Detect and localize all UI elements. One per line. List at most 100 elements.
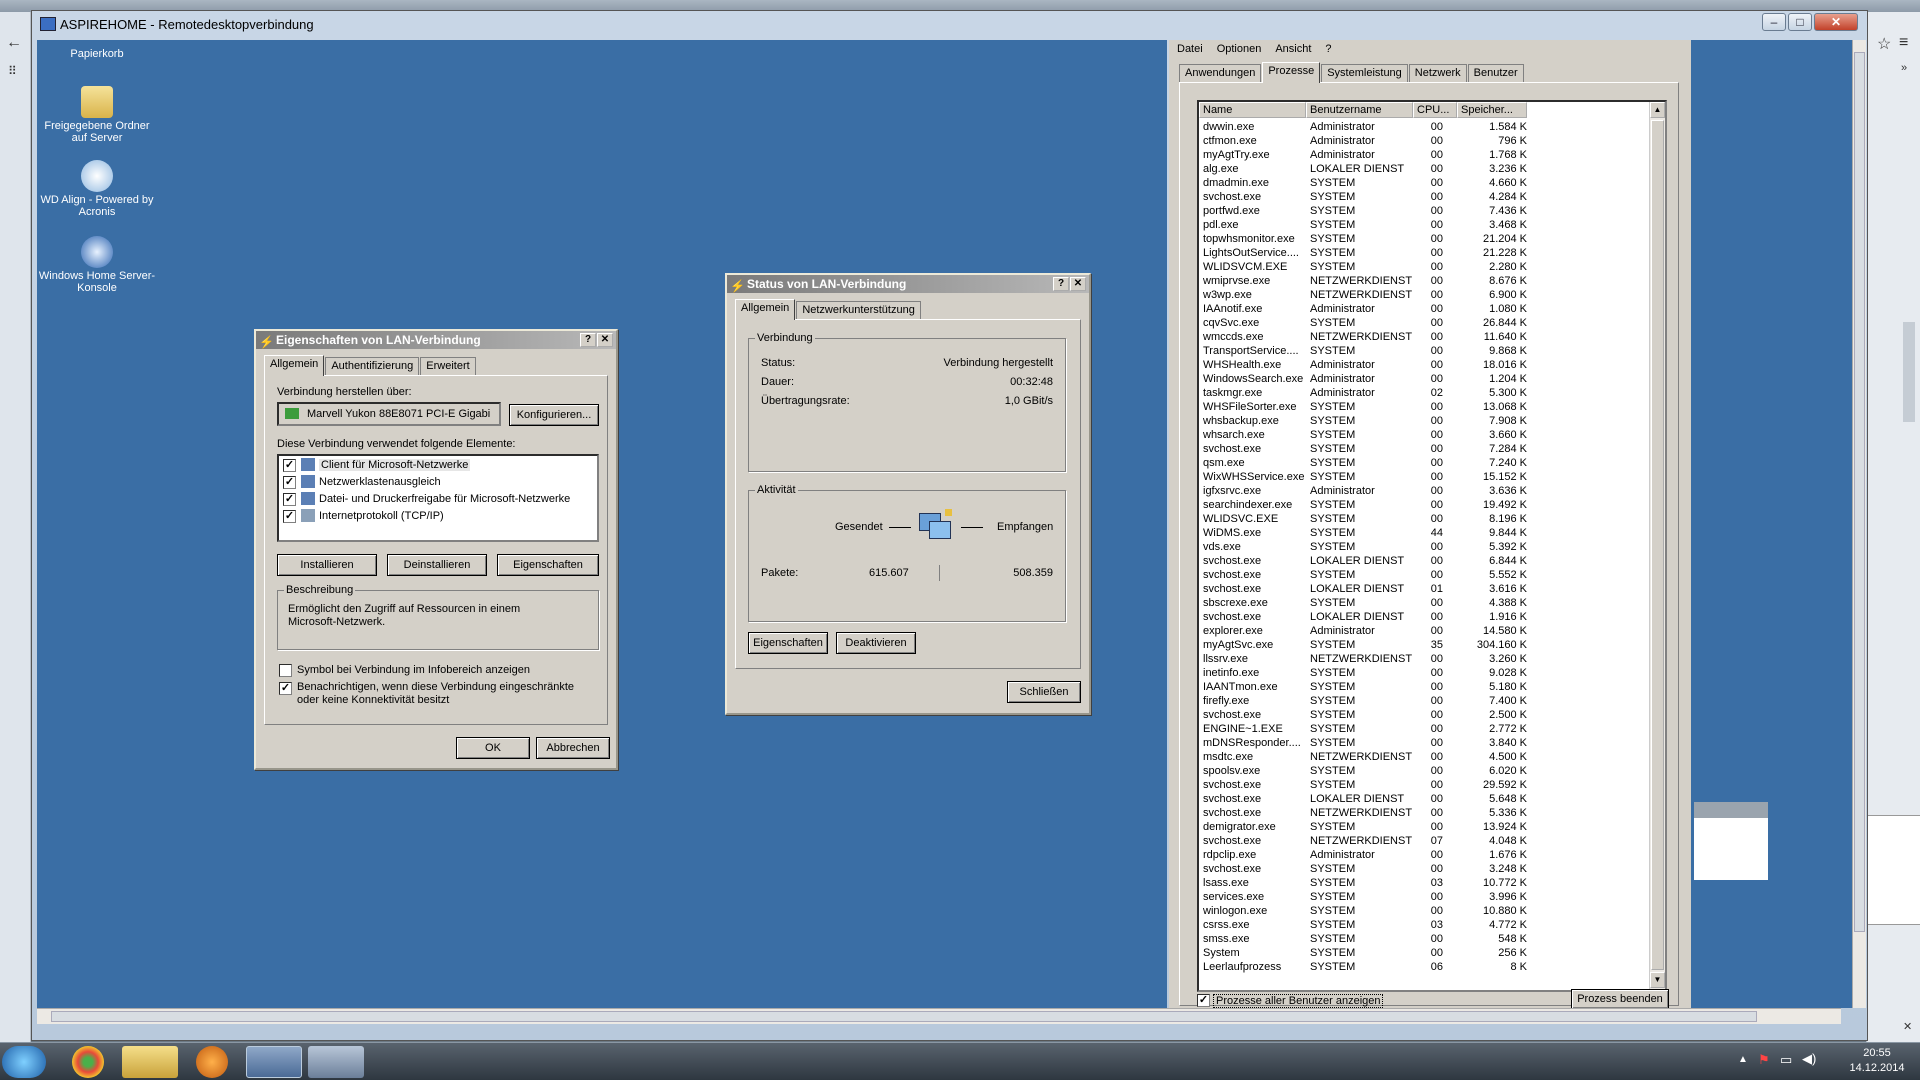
table-row[interactable]: igfxsrvc.exe Administrator 00 3.636 K	[1199, 484, 1653, 498]
table-row[interactable]: csrss.exe SYSTEM 03 4.772 K	[1199, 918, 1653, 932]
tab-applications[interactable]: Anwendungen	[1179, 64, 1262, 82]
table-row[interactable]: ENGINE~1.EXE SYSTEM 00 2.772 K	[1199, 722, 1653, 736]
table-row[interactable]: wmccds.exe NETZWERKDIENST 00 11.640 K	[1199, 330, 1653, 344]
table-row[interactable]: lsass.exe SYSTEM 03 10.772 K	[1199, 876, 1653, 890]
tab-general[interactable]: Allgemein	[264, 355, 325, 376]
table-row[interactable]: msdtc.exe NETZWERKDIENST 00 4.500 K	[1199, 750, 1653, 764]
table-row[interactable]: w3wp.exe NETZWERKDIENST 00 6.900 K	[1199, 288, 1653, 302]
table-row[interactable]: System SYSTEM 00 256 K	[1199, 946, 1653, 960]
element-checkbox[interactable]: ✓	[283, 459, 296, 472]
process-list-scrollbar[interactable]: ▲ ▼	[1649, 102, 1665, 990]
table-row[interactable]: smss.exe SYSTEM 00 548 K	[1199, 932, 1653, 946]
tab-support[interactable]: Netzwerkunterstützung	[796, 301, 921, 319]
table-row[interactable]: topwhsmonitor.exe SYSTEM 00 21.204 K	[1199, 232, 1653, 246]
clock[interactable]: 20:55 14.12.2014	[1842, 1046, 1912, 1076]
chrome-icon[interactable]	[72, 1046, 104, 1078]
close-button[interactable]: ✕	[1814, 13, 1858, 31]
properties-button[interactable]: Eigenschaften	[748, 632, 828, 654]
desktop-icon-whs-console[interactable]: Windows Home Server-Konsole	[37, 236, 157, 294]
element-checkbox[interactable]: ✓	[283, 493, 296, 506]
install-button[interactable]: Installieren	[277, 554, 377, 576]
table-row[interactable]: cqvSvc.exe SYSTEM 00 26.844 K	[1199, 316, 1653, 330]
table-row[interactable]: svchost.exe LOKALER DIENST 01 3.616 K	[1199, 582, 1653, 596]
minimize-button[interactable]: –	[1762, 13, 1786, 31]
table-row[interactable]: inetinfo.exe SYSTEM 00 9.028 K	[1199, 666, 1653, 680]
table-row[interactable]: searchindexer.exe SYSTEM 00 19.492 K	[1199, 498, 1653, 512]
table-row[interactable]: services.exe SYSTEM 00 3.996 K	[1199, 890, 1653, 904]
table-row[interactable]: myAgtSvc.exe SYSTEM 35 304.160 K	[1199, 638, 1653, 652]
table-row[interactable]: firefly.exe SYSTEM 00 7.400 K	[1199, 694, 1653, 708]
close-button[interactable]: ✕	[597, 333, 613, 347]
scroll-down-arrow-icon[interactable]: ▼	[1650, 972, 1665, 988]
table-row[interactable]: whsbackup.exe SYSTEM 00 7.908 K	[1199, 414, 1653, 428]
desktop-icon-shared-folders[interactable]: Freigegebene Ordner auf Server	[37, 86, 157, 144]
table-row[interactable]: spoolsv.exe SYSTEM 00 6.020 K	[1199, 764, 1653, 778]
rdp-vertical-scrollbar[interactable]	[1852, 40, 1866, 1008]
table-row[interactable]: WLIDSVC.EXE SYSTEM 00 8.196 K	[1199, 512, 1653, 526]
table-row[interactable]: WLIDSVCM.EXE SYSTEM 00 2.280 K	[1199, 260, 1653, 274]
table-row[interactable]: taskmgr.exe Administrator 02 5.300 K	[1199, 386, 1653, 400]
hscroll-thumb[interactable]	[51, 1011, 1757, 1022]
show-all-users-checkbox[interactable]: ✓	[1197, 994, 1210, 1007]
table-row[interactable]: llssrv.exe NETZWERKDIENST 00 3.260 K	[1199, 652, 1653, 666]
tab-users[interactable]: Benutzer	[1467, 64, 1524, 82]
table-row[interactable]: svchost.exe LOKALER DIENST 00 6.844 K	[1199, 554, 1653, 568]
table-row[interactable]: explorer.exe Administrator 00 14.580 K	[1199, 624, 1653, 638]
maximize-button[interactable]: □	[1788, 13, 1812, 31]
chevron-right-icon[interactable]: »	[1901, 62, 1907, 74]
table-row[interactable]: LightsOutService.... SYSTEM 00 21.228 K	[1199, 246, 1653, 260]
menu-file[interactable]: Datei	[1169, 40, 1209, 58]
explorer-icon[interactable]	[122, 1046, 178, 1078]
paint-icon[interactable]	[308, 1046, 364, 1078]
table-row[interactable]: svchost.exe SYSTEM 00 5.552 K	[1199, 568, 1653, 582]
menu-icon[interactable]: ≡	[1899, 34, 1908, 52]
table-row[interactable]: portfwd.exe SYSTEM 00 7.436 K	[1199, 204, 1653, 218]
table-row[interactable]: dmadmin.exe SYSTEM 00 4.660 K	[1199, 176, 1653, 190]
col-name[interactable]: Name	[1199, 102, 1306, 118]
table-row[interactable]: dwwin.exe Administrator 00 1.584 K	[1199, 120, 1653, 134]
table-row[interactable]: WHSFileSorter.exe SYSTEM 00 13.068 K	[1199, 400, 1653, 414]
scroll-up-arrow-icon[interactable]: ▲	[1650, 102, 1665, 118]
table-row[interactable]: TransportService.... SYSTEM 00 9.868 K	[1199, 344, 1653, 358]
scrollbar-thumb[interactable]	[1651, 120, 1664, 970]
table-row[interactable]: svchost.exe SYSTEM 00 7.284 K	[1199, 442, 1653, 456]
desktop-icon-recycle-bin[interactable]: Papierkorb	[37, 48, 157, 60]
help-button[interactable]: ?	[1053, 277, 1069, 291]
table-row[interactable]: WHSHealth.exe Administrator 00 18.016 K	[1199, 358, 1653, 372]
menu-view[interactable]: Ansicht	[1267, 40, 1317, 58]
tab-network[interactable]: Netzwerk	[1408, 64, 1467, 82]
table-row[interactable]: WiDMS.exe SYSTEM 44 9.844 K	[1199, 526, 1653, 540]
close-button[interactable]: ✕	[1070, 277, 1086, 291]
configure-button[interactable]: Konfigurieren...	[509, 404, 599, 426]
menu-options[interactable]: Optionen	[1209, 40, 1268, 58]
rdp-taskbar-icon[interactable]	[246, 1046, 302, 1078]
table-row[interactable]: rdpclip.exe Administrator 00 1.676 K	[1199, 848, 1653, 862]
table-row[interactable]: winlogon.exe SYSTEM 00 10.880 K	[1199, 904, 1653, 918]
table-row[interactable]: wmiprvse.exe NETZWERKDIENST 00 8.676 K	[1199, 274, 1653, 288]
volume-icon[interactable]: ◀)	[1802, 1051, 1816, 1067]
media-player-icon[interactable]	[196, 1046, 228, 1078]
table-row[interactable]: ctfmon.exe Administrator 00 796 K	[1199, 134, 1653, 148]
table-row[interactable]: pdl.exe SYSTEM 00 3.468 K	[1199, 218, 1653, 232]
disable-button[interactable]: Deaktivieren	[836, 632, 916, 654]
vscroll-thumb[interactable]	[1854, 52, 1865, 932]
ok-button[interactable]: OK	[456, 737, 530, 759]
help-button[interactable]: ?	[580, 333, 596, 347]
table-row[interactable]: IAANTmon.exe SYSTEM 00 5.180 K	[1199, 680, 1653, 694]
table-row[interactable]: Leerlaufprozess SYSTEM 06 8 K	[1199, 960, 1653, 974]
network-tray-icon[interactable]: ▭	[1780, 1052, 1792, 1068]
tab-advanced[interactable]: Erweitert	[420, 357, 476, 375]
menu-help[interactable]: ?	[1317, 40, 1337, 58]
tab-authentication[interactable]: Authentifizierung	[325, 357, 420, 375]
tab-general[interactable]: Allgemein	[735, 299, 796, 320]
table-row[interactable]: svchost.exe NETZWERKDIENST 00 5.336 K	[1199, 806, 1653, 820]
element-checkbox[interactable]: ✓	[283, 476, 296, 489]
host-scrollbar-thumb[interactable]	[1903, 322, 1915, 422]
start-button[interactable]	[2, 1046, 46, 1078]
table-row[interactable]: myAgtTry.exe Administrator 00 1.768 K	[1199, 148, 1653, 162]
table-row[interactable]: svchost.exe SYSTEM 00 29.592 K	[1199, 778, 1653, 792]
table-row[interactable]: svchost.exe SYSTEM 00 2.500 K	[1199, 708, 1653, 722]
element-checkbox[interactable]: ✓	[283, 510, 296, 523]
desktop-icon-wd-align[interactable]: WD Align - Powered by Acronis	[37, 160, 157, 218]
close-icon[interactable]: ✕	[1903, 1020, 1912, 1033]
